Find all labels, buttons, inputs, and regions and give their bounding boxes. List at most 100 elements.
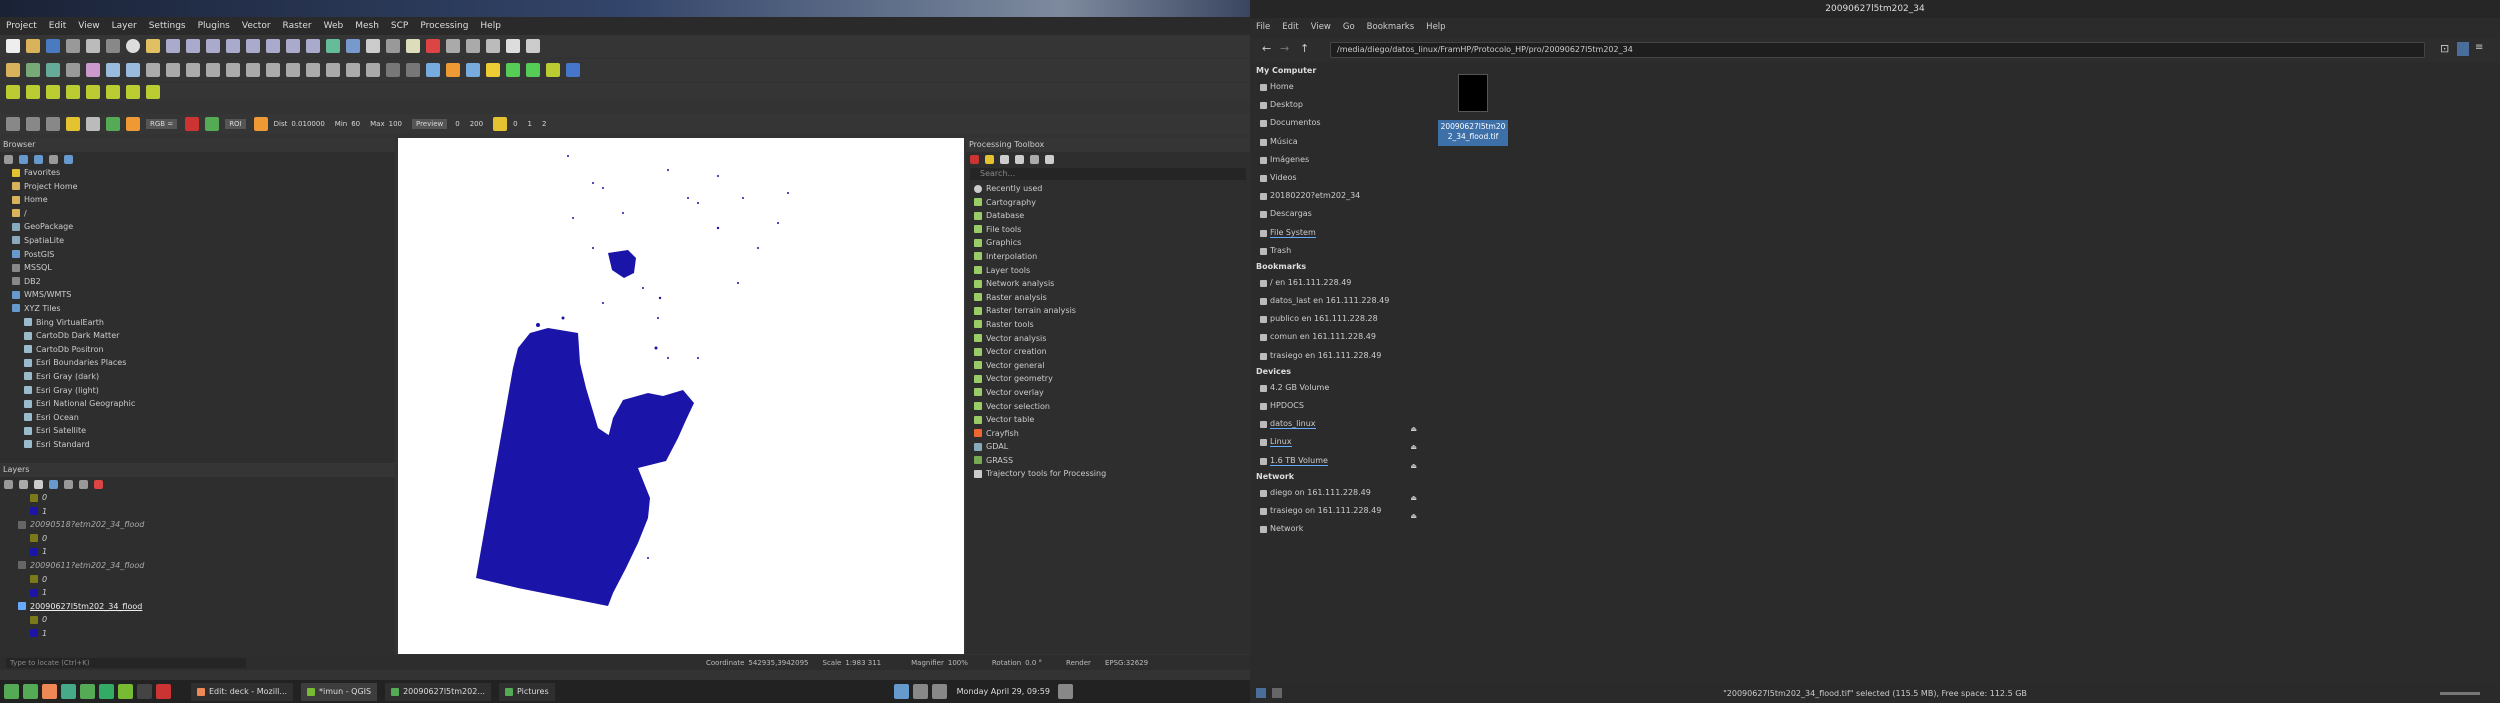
proc-item[interactable]: Vector table: [974, 413, 1250, 427]
section-header[interactable]: Bookmarks: [1250, 260, 1425, 274]
copy-icon[interactable]: [306, 63, 320, 77]
select-features-icon[interactable]: [406, 39, 420, 53]
proc-item[interactable]: Layer tools: [974, 264, 1250, 278]
pan-to-selection-icon[interactable]: [146, 39, 160, 53]
processing-search-input[interactable]: Search...: [970, 168, 1246, 180]
undo-icon[interactable]: [346, 63, 360, 77]
new-map-view-icon[interactable]: [326, 39, 340, 53]
scp-band-set-icon[interactable]: [126, 117, 140, 131]
bookmark-item[interactable]: datos_last en 161.111.228.49: [1250, 292, 1425, 310]
proc-item[interactable]: File tools: [974, 223, 1250, 237]
split-icon[interactable]: [86, 85, 100, 99]
file-item[interactable]: 20090627l5tm202_34_flood.tif: [1436, 68, 1510, 146]
scripts-icon[interactable]: [985, 154, 994, 164]
field-calculator-icon[interactable]: [446, 39, 460, 53]
browser-item[interactable]: /: [12, 207, 395, 221]
zoom-slider[interactable]: [2440, 692, 2480, 695]
pin-labels-icon[interactable]: [406, 63, 420, 77]
advanced-digitize-icon[interactable]: [46, 85, 60, 99]
menu-processing[interactable]: Processing: [420, 21, 468, 31]
browser-item[interactable]: Esri Gray (dark): [12, 370, 395, 384]
edit-icon[interactable]: [166, 63, 180, 77]
properties-icon[interactable]: [64, 154, 73, 164]
browser-item[interactable]: Esri Satellite: [12, 424, 395, 438]
menu-project[interactable]: Project: [6, 21, 37, 31]
fm-menu-bookmarks[interactable]: Bookmarks: [1367, 22, 1415, 32]
collapse-icon[interactable]: [79, 479, 88, 489]
proc-item[interactable]: Database: [974, 209, 1250, 223]
vertex-tool-icon[interactable]: [246, 63, 260, 77]
render-checkbox[interactable]: Render: [1066, 659, 1091, 667]
open-project-icon[interactable]: [26, 39, 40, 53]
scp-input-icon[interactable]: [446, 63, 460, 77]
forward-icon[interactable]: →: [1280, 42, 1289, 55]
plugin-4-icon[interactable]: [566, 63, 580, 77]
bookmark-item[interactable]: publico en 161.111.228.28: [1250, 310, 1425, 328]
plugin-2-icon[interactable]: [526, 63, 540, 77]
up-icon[interactable]: ↑: [1300, 42, 1309, 55]
fm-menu-view[interactable]: View: [1311, 22, 1331, 32]
browser-item[interactable]: PostGIS: [12, 248, 395, 262]
proc-item[interactable]: Graphics: [974, 236, 1250, 250]
filter-icon[interactable]: [34, 154, 43, 164]
firefox-icon[interactable]: [42, 684, 57, 699]
scp-pointer-icon[interactable]: [6, 117, 20, 131]
coordinate-value[interactable]: 542935,3942095: [748, 659, 808, 667]
add-mesh-icon[interactable]: [66, 63, 80, 77]
network-item[interactable]: diego on 161.111.228.49 ⏏: [1250, 484, 1425, 502]
place-trash[interactable]: Trash: [1250, 242, 1425, 260]
deselect-icon[interactable]: [426, 39, 440, 53]
new-folder-icon[interactable]: ⊡: [2440, 42, 2449, 55]
proc-item[interactable]: GDAL: [974, 440, 1250, 454]
task-qgis[interactable]: *imun - QGIS: [301, 682, 378, 701]
new-project-icon[interactable]: [6, 39, 20, 53]
back-icon[interactable]: ←: [1262, 42, 1271, 55]
magnifier-value[interactable]: 100%: [948, 659, 968, 667]
location-bar[interactable]: /media/diego/datos_linux/FramHP/Protocol…: [1330, 42, 2425, 58]
menu-vector[interactable]: Vector: [242, 21, 271, 31]
device-item[interactable]: HPDOCS: [1250, 397, 1425, 415]
browser-item[interactable]: WMS/WMTS: [12, 288, 395, 302]
scp-home-icon[interactable]: [106, 117, 120, 131]
menu-icon[interactable]: [4, 684, 19, 699]
save-as-icon[interactable]: [66, 39, 80, 53]
show-desktop-icon[interactable]: [23, 684, 38, 699]
proc-item[interactable]: Raster terrain analysis: [974, 304, 1250, 318]
proc-item[interactable]: Raster tools: [974, 318, 1250, 332]
place-folder[interactable]: 20180220?etm202_34: [1250, 187, 1425, 205]
bookmark-item[interactable]: comun en 161.111.228.49: [1250, 328, 1425, 346]
bluetooth-icon[interactable]: [893, 684, 909, 699]
proc-item[interactable]: Trajectory tools for Processing: [974, 467, 1250, 481]
browser-item[interactable]: Project Home: [12, 180, 395, 194]
fm-menu-edit[interactable]: Edit: [1282, 22, 1298, 32]
menu-raster[interactable]: Raster: [283, 21, 312, 31]
menu-help[interactable]: Help: [480, 21, 501, 31]
move-feature-icon[interactable]: [226, 63, 240, 77]
zoom-full-icon[interactable]: [226, 39, 240, 53]
proc-item[interactable]: Vector geometry: [974, 372, 1250, 386]
scp-plus-icon[interactable]: [253, 117, 268, 131]
browser-item[interactable]: Home: [12, 193, 395, 207]
layout-manager-icon[interactable]: [106, 39, 120, 53]
files-icon[interactable]: [80, 684, 95, 699]
proc-item[interactable]: Recently used: [974, 182, 1250, 196]
proc-item[interactable]: Vector general: [974, 359, 1250, 373]
delete-selected-icon[interactable]: [266, 63, 280, 77]
proc-item[interactable]: Cartography: [974, 196, 1250, 210]
refresh-browser-icon[interactable]: [19, 154, 28, 164]
remove-layer-icon[interactable]: [94, 479, 103, 489]
browser-item[interactable]: Esri Boundaries Places: [12, 356, 395, 370]
clock[interactable]: Monday April 29, 09:59: [957, 687, 1050, 696]
shape-tool-icon[interactable]: [66, 85, 80, 99]
add-raster-icon[interactable]: [46, 63, 60, 77]
list-view-icon[interactable]: ≡: [2475, 42, 2483, 53]
proc-item[interactable]: Vector creation: [974, 345, 1250, 359]
browser-item[interactable]: CartoDb Positron: [12, 343, 395, 357]
device-item[interactable]: 4.2 GB Volume: [1250, 379, 1425, 397]
rotate-icon[interactable]: [126, 85, 140, 99]
browser-item[interactable]: Favorites: [12, 166, 395, 180]
volume-icon[interactable]: [1057, 684, 1073, 699]
cut-icon[interactable]: [286, 63, 300, 77]
merge-icon[interactable]: [106, 85, 120, 99]
scp-zoom-icon[interactable]: [26, 117, 40, 131]
